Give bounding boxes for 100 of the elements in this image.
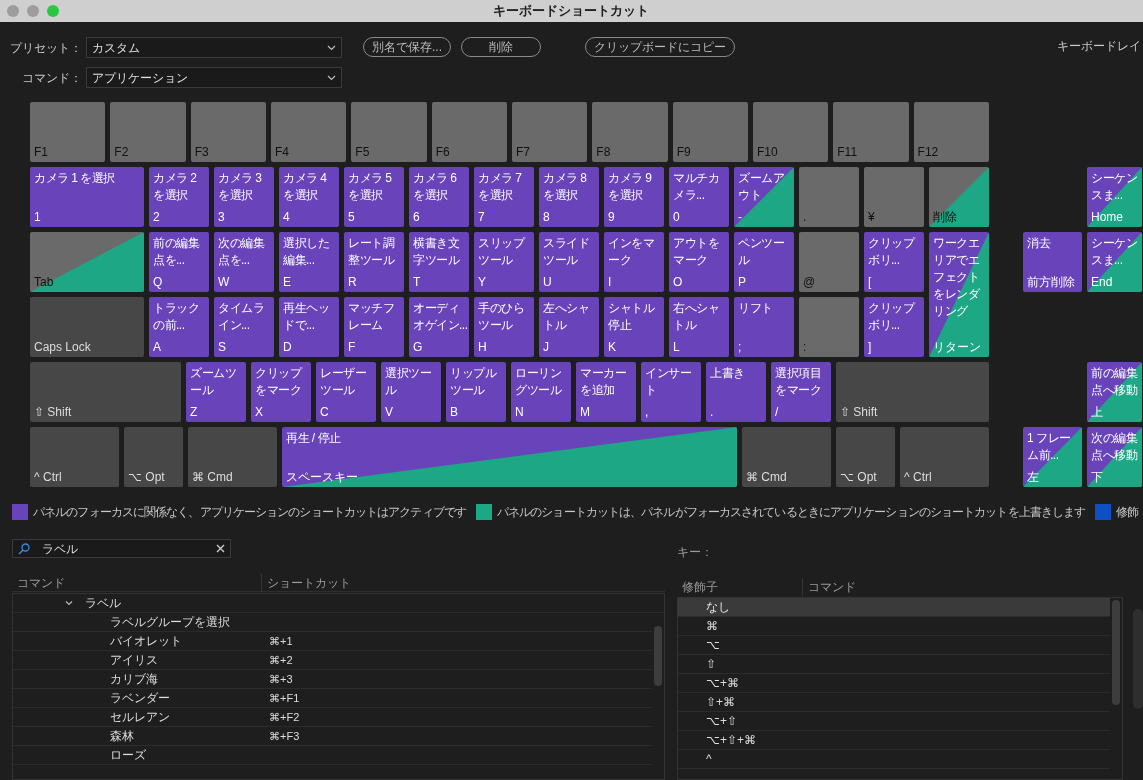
keyboard-key[interactable]: カメラ 1 を選択 1 <box>30 167 144 227</box>
keyboard-key[interactable]: ズームツ ール Z <box>186 362 246 422</box>
command-cell[interactable]: ラベルグループを選択 <box>13 613 266 631</box>
keyboard-key[interactable]: スリップ ツール Y <box>474 232 534 292</box>
tree-item[interactable]: ラベル <box>85 594 121 612</box>
keyboard-key[interactable]: 次の編集 点を... W <box>214 232 274 292</box>
keyboard-key[interactable]: インをマ ーク I <box>604 232 664 292</box>
keyboard-key[interactable]: ^ Ctrl <box>900 427 989 487</box>
command-cell[interactable]: セルレアン <box>13 708 266 726</box>
keyboard-key[interactable]: 前の編集 点を... Q <box>149 232 209 292</box>
keyboard-key[interactable]: 前の編集 点へ移動 上 <box>1087 362 1142 422</box>
modifier-row[interactable]: ⌘ <box>678 617 1110 636</box>
close-icon[interactable] <box>216 544 225 553</box>
keyboard-key[interactable]: Tab <box>30 232 144 292</box>
keyboard-key[interactable]: F1 <box>30 102 106 162</box>
command-cell[interactable]: ローズ <box>13 746 266 764</box>
keyboard-key[interactable]: 再生 / 停止 スペースキー <box>282 427 737 487</box>
window-control-icon[interactable] <box>27 5 39 17</box>
keyboard-key[interactable]: カメラ 8 を選択 8 <box>539 167 599 227</box>
command-cell[interactable]: アイリス <box>13 651 266 669</box>
keyboard-key[interactable]: ローリン グツール N <box>511 362 571 422</box>
command-cell[interactable]: カリブ海 <box>13 670 266 688</box>
keyboard-key[interactable]: カメラ 2 を選択 2 <box>149 167 209 227</box>
modifier-row[interactable]: ⌥+⇧+⌘ <box>678 731 1110 750</box>
keyboard-key[interactable]: リフト ; <box>734 297 794 357</box>
keyboard-key[interactable]: : <box>799 297 859 357</box>
keyboard-key[interactable]: ^ Ctrl <box>30 427 119 487</box>
keyboard-key[interactable]: 消去 前方削除 <box>1023 232 1082 292</box>
keyboard-key[interactable]: レート調 整ツール R <box>344 232 404 292</box>
dropdown[interactable]: アプリケーション <box>86 67 342 88</box>
keyboard-key[interactable]: ペンツー ル P <box>734 232 794 292</box>
keyboard-key[interactable]: カメラ 3 を選択 3 <box>214 167 274 227</box>
keyboard-key[interactable]: 上書き . <box>706 362 766 422</box>
keyboard-key[interactable]: ⌥ Opt <box>124 427 183 487</box>
keyboard-key[interactable]: 横書き文 字ツール T <box>409 232 469 292</box>
window-control-icon[interactable] <box>7 5 19 17</box>
modifier-row[interactable]: なし <box>678 598 1110 617</box>
keyboard-key[interactable]: 再生ヘッ ドで... D <box>279 297 339 357</box>
scrollbar-thumb[interactable] <box>654 626 662 686</box>
modifier-row[interactable]: ⌥ <box>678 636 1110 655</box>
keyboard-key[interactable]: 選択項目 をマーク / <box>771 362 831 422</box>
keyboard-key[interactable]: ワークエ リアでエ フェクト をレンダ リング リターン <box>929 232 989 357</box>
keyboard-key[interactable]: スライド ツール U <box>539 232 599 292</box>
keyboard-key[interactable]: Caps Lock <box>30 297 144 357</box>
keyboard-key[interactable]: ⇧ Shift <box>836 362 989 422</box>
modifier-row[interactable]: ⇧+⌘ <box>678 693 1110 712</box>
keyboard-key[interactable]: アウトを マーク O <box>669 232 729 292</box>
window-control-icon[interactable] <box>47 5 59 17</box>
keyboard-key[interactable]: カメラ 9 を選択 9 <box>604 167 664 227</box>
keyboard-key[interactable]: シーケン スま... End <box>1087 232 1142 292</box>
scrollbar-thumb[interactable] <box>1112 600 1120 705</box>
keyboard-key[interactable]: F8 <box>592 102 668 162</box>
command-cell[interactable]: バイオレット <box>13 632 266 650</box>
keyboard-key[interactable]: ズームア ウト - <box>734 167 794 227</box>
keyboard-key[interactable]: レーザー ツール C <box>316 362 376 422</box>
keyboard-key[interactable]: カメラ 6 を選択 6 <box>409 167 469 227</box>
keyboard-key[interactable]: マッチフ レーム F <box>344 297 404 357</box>
modifier-row[interactable]: ⌥+⌘ <box>678 674 1110 693</box>
keyboard-key[interactable]: ⌘ Cmd <box>742 427 831 487</box>
keyboard-key[interactable]: . <box>799 167 859 227</box>
keyboard-key[interactable]: クリップ ボリ... ] <box>864 297 924 357</box>
modifier-row[interactable]: ^ <box>678 750 1110 769</box>
keyboard-key[interactable]: インサー ト , <box>641 362 701 422</box>
keyboard-key[interactable]: シーケン スま... Home <box>1087 167 1142 227</box>
keyboard-key[interactable]: オーディ オゲイン... G <box>409 297 469 357</box>
keyboard-key[interactable]: カメラ 7 を選択 7 <box>474 167 534 227</box>
keyboard-key[interactable]: クリップ ボリ... [ <box>864 232 924 292</box>
keyboard-key[interactable]: 左へシャ トル J <box>539 297 599 357</box>
modifier-row[interactable]: ⇧ <box>678 655 1110 674</box>
keyboard-key[interactable]: F11 <box>833 102 909 162</box>
keyboard-key[interactable]: F12 <box>913 102 989 162</box>
keyboard-key[interactable]: カメラ 4 を選択 4 <box>279 167 339 227</box>
keyboard-key[interactable]: F10 <box>752 102 829 162</box>
keyboard-key[interactable]: ¥ <box>864 167 924 227</box>
keyboard-key[interactable]: F6 <box>431 102 507 162</box>
keyboard-key[interactable]: 手のひら ツール H <box>474 297 534 357</box>
keyboard-key[interactable]: 選択した 編集... E <box>279 232 339 292</box>
column-header[interactable]: コマンド <box>12 573 262 592</box>
keyboard-key[interactable]: 選択ツー ル V <box>381 362 441 422</box>
keyboard-key[interactable]: ⌘ Cmd <box>188 427 277 487</box>
keyboard-key[interactable]: ⌥ Opt <box>836 427 895 487</box>
keyboard-key[interactable]: F5 <box>351 102 427 162</box>
keyboard-key[interactable]: カメラ 5 を選択 5 <box>344 167 404 227</box>
keyboard-key[interactable]: 1 フレー ム前... 左 <box>1023 427 1082 487</box>
keyboard-key[interactable]: ⇧ Shift <box>30 362 181 422</box>
search-field[interactable]: ラベル <box>12 539 231 558</box>
keyboard-key[interactable]: トラック の前... A <box>149 297 209 357</box>
keyboard-key[interactable]: @ <box>799 232 859 292</box>
modifier-row[interactable]: ⌥+⇧ <box>678 712 1110 731</box>
column-header[interactable]: 修飾子 <box>677 578 803 596</box>
keyboard-key[interactable]: F4 <box>271 102 347 162</box>
column-header[interactable]: コマンド <box>803 578 856 596</box>
command-cell[interactable]: 森林 <box>13 727 266 745</box>
keyboard-key[interactable]: F9 <box>672 102 748 162</box>
keyboard-key[interactable]: シャトル 停止 K <box>604 297 664 357</box>
keyboard-key[interactable]: F2 <box>110 102 186 162</box>
keyboard-key[interactable]: リップル ツール B <box>446 362 506 422</box>
keyboard-key[interactable]: マーカー を追加 M <box>576 362 636 422</box>
chevron-down-icon[interactable] <box>65 599 73 607</box>
keyboard-key[interactable]: 右へシャ トル L <box>669 297 729 357</box>
